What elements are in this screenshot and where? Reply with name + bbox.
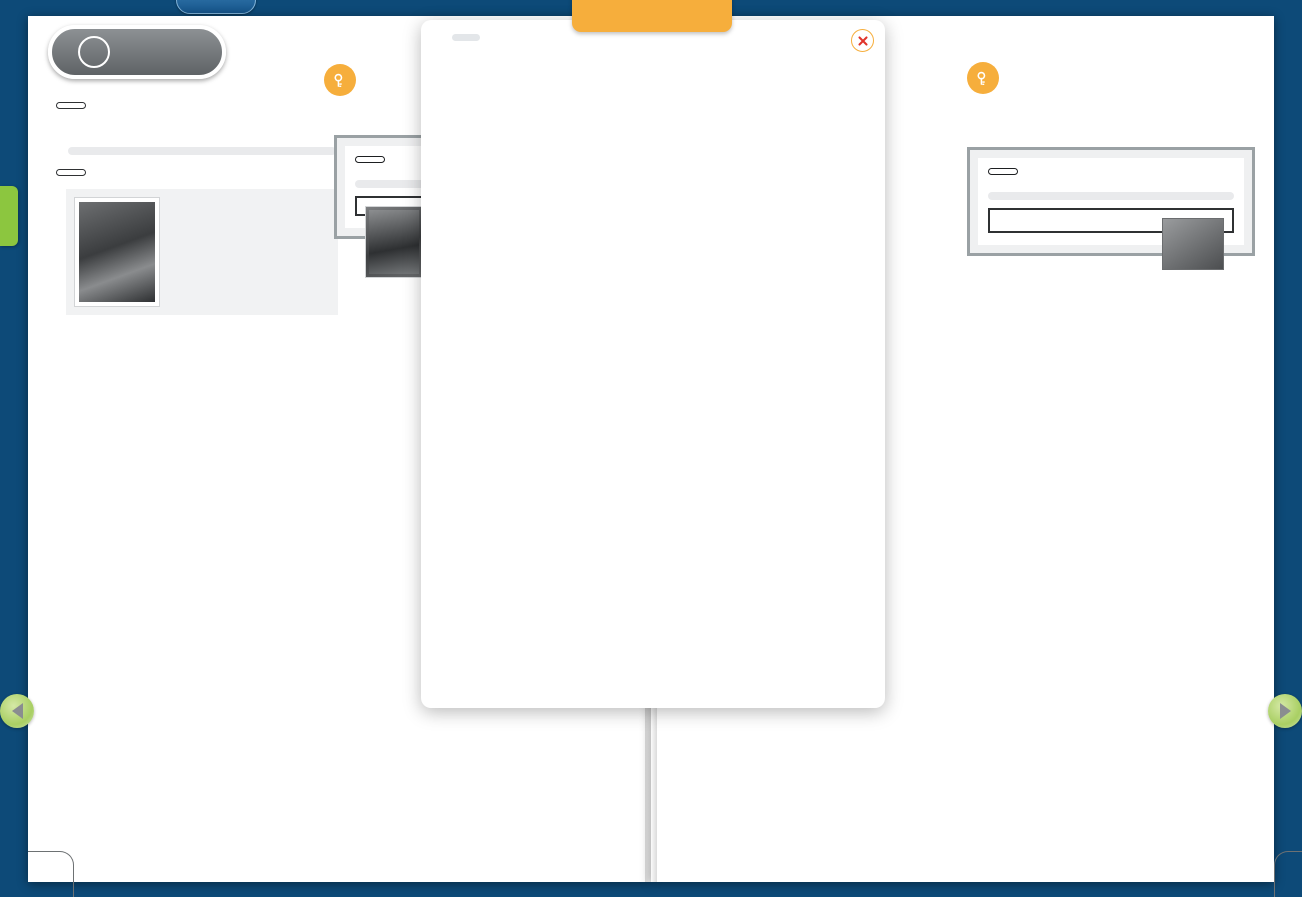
unit-letter — [78, 36, 110, 68]
close-icon — [857, 35, 868, 46]
answer-key-panel — [421, 20, 885, 708]
vocabulary-section-header — [56, 102, 336, 109]
prev-page-button[interactable] — [0, 694, 34, 728]
grammar-label — [56, 169, 86, 176]
key-icon[interactable] — [967, 62, 999, 94]
chevron-right-icon — [1279, 703, 1291, 719]
exercise-8-wordbox — [988, 191, 1234, 200]
exercise-3-wordbox — [68, 147, 336, 155]
close-button[interactable] — [851, 29, 874, 52]
key-icon[interactable] — [324, 64, 356, 96]
unit-badge — [48, 25, 226, 79]
key-glyph — [333, 73, 342, 87]
alice-info-card — [66, 189, 338, 315]
check-label-left — [355, 156, 385, 163]
answer-key-heading — [452, 34, 480, 41]
family-photo — [1162, 217, 1224, 270]
answer-key-tab[interactable] — [572, 0, 732, 32]
right-page-column-2 — [967, 62, 1263, 270]
left-page-column-1 — [56, 102, 338, 321]
grammar-section-header — [56, 169, 336, 176]
chevron-left-icon — [11, 703, 23, 719]
application-root — [0, 0, 1302, 897]
key-glyph — [976, 71, 985, 85]
check-label-right — [988, 168, 1018, 175]
boy-photo — [365, 205, 423, 278]
my-family-frame — [988, 207, 1234, 270]
alice-photo — [74, 197, 160, 307]
sidebar-tab-content[interactable] — [0, 186, 18, 246]
alice-info-table — [168, 189, 338, 315]
menu-button[interactable] — [176, 0, 256, 14]
vocabulary-label — [56, 102, 86, 109]
check-box-right — [967, 147, 1255, 270]
next-page-button[interactable] — [1268, 694, 1302, 728]
